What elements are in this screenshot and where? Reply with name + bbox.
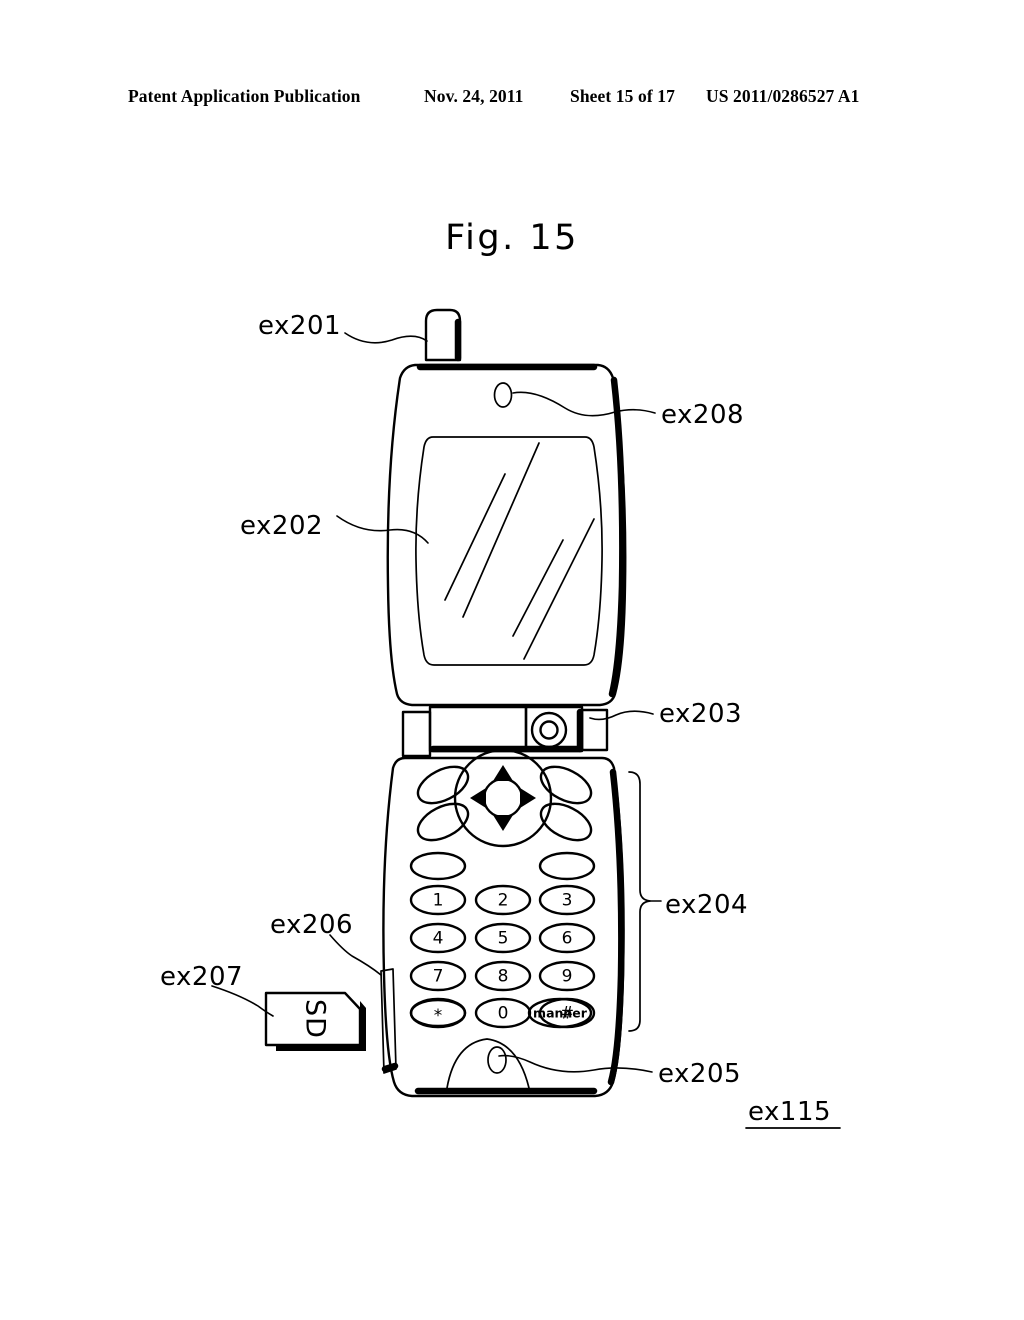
soft-key-group-left[interactable] [412, 759, 474, 847]
memory-card-label: SD [300, 999, 331, 1039]
nav-left-arrow-icon[interactable] [470, 788, 486, 808]
keypad-key-3[interactable]: 3 [538, 884, 596, 916]
display-screen [415, 436, 603, 666]
function-key-left[interactable] [409, 851, 467, 881]
keypad-key-label: 5 [498, 929, 509, 949]
device-label: ex115 [748, 1097, 831, 1127]
callout-label-memory-card: ex207 [160, 962, 243, 992]
keypad-key-8[interactable]: 8 [474, 960, 532, 992]
keypad-key-label: 9 [562, 967, 573, 987]
keypad-key-7[interactable]: 7 [409, 960, 467, 992]
callout-label-card-slot: ex206 [270, 910, 353, 940]
soft-key-left-upper[interactable] [412, 759, 474, 810]
keypad-key-2[interactable]: 2 [474, 884, 532, 916]
device-label-group: ex115 [745, 1097, 841, 1129]
nav-down-arrow-icon[interactable] [493, 815, 513, 831]
keypad-key-label: 7 [433, 967, 444, 987]
soft-key-right-lower[interactable] [535, 796, 597, 847]
microphone-hole-icon [487, 1046, 507, 1074]
keypad-key-label: 3 [562, 891, 573, 911]
keypad-key-9[interactable]: 9 [538, 960, 596, 992]
callout-label-hinge-camera: ex203 [659, 699, 742, 729]
keypad-key-6[interactable]: 6 [538, 922, 596, 954]
callout-label-microphone: ex205 [658, 1059, 741, 1089]
camera-lens-icon [530, 711, 568, 749]
keypad-key-0[interactable]: 0 [474, 997, 532, 1029]
nav-right-arrow-icon[interactable] [520, 788, 536, 808]
figure-drawing: 1 2 34 5 67 8 9* 0 # manner SD ex201 ex2… [160, 308, 841, 1129]
screen-glare-lines [444, 442, 595, 660]
keypad-key-4[interactable]: 4 [409, 922, 467, 954]
memory-card: SD [264, 991, 366, 1051]
keypad-bracket [628, 771, 651, 1032]
keypad-key-label: * [434, 1006, 443, 1026]
callout-label-display: ex202 [240, 511, 323, 541]
callout-label-speaker: ex208 [661, 400, 744, 430]
hinge-assembly [401, 705, 609, 758]
antenna-shape [424, 308, 462, 362]
keypad-key-label: 4 [433, 929, 444, 949]
keypad-key-1[interactable]: 1 [409, 884, 467, 916]
speaker-hole-icon [493, 382, 513, 408]
keypad-key-label: 1 [433, 891, 444, 911]
keypad-key-label: 8 [498, 967, 509, 987]
keypad-key-label: 6 [562, 929, 573, 949]
soft-key-right-upper[interactable] [535, 759, 597, 810]
navigation-pad[interactable] [453, 748, 553, 848]
keypad-key-label: 2 [498, 891, 509, 911]
microphone-dome [446, 1038, 530, 1089]
callout-label-antenna: ex201 [258, 311, 341, 341]
soft-key-left-lower[interactable] [412, 796, 474, 847]
nav-up-arrow-icon[interactable] [493, 765, 513, 781]
callout-label-keypad: ex204 [665, 890, 748, 920]
function-key-right[interactable] [538, 851, 596, 881]
keypad-key-label: 0 [498, 1004, 509, 1024]
keypad-key-5[interactable]: 5 [474, 922, 532, 954]
nav-center-button[interactable] [482, 777, 524, 819]
manner-key-label: manner [533, 1006, 588, 1021]
patent-figure-page: Patent Application Publication Nov. 24, … [0, 0, 1024, 1320]
